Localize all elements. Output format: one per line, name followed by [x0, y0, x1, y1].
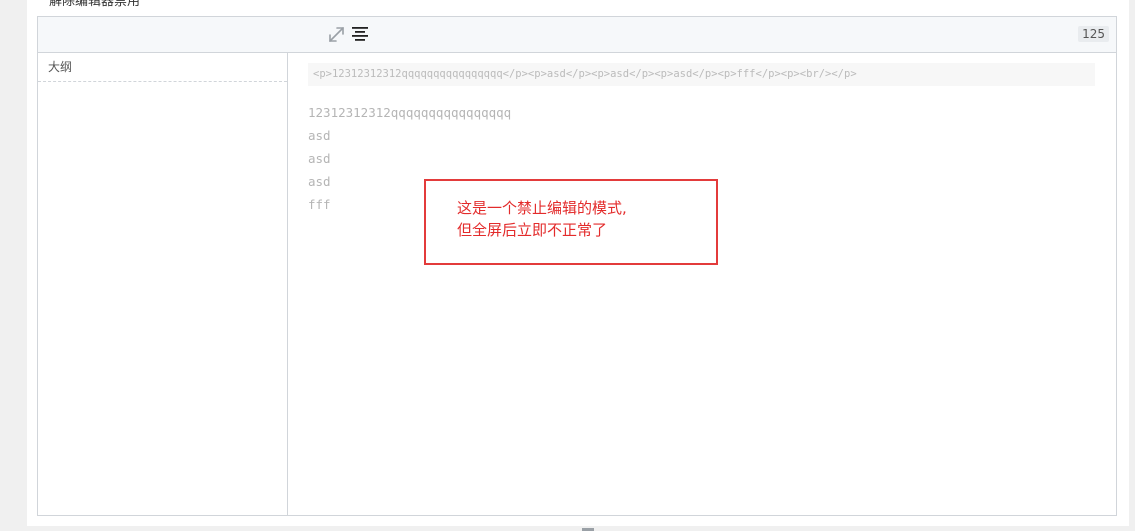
content-paragraph: asd: [308, 128, 331, 143]
content-paragraph: asd: [308, 151, 331, 166]
align-center-icon: [352, 27, 368, 41]
content-paragraph: 12312312312qqqqqqqqqqqqqqqq: [308, 105, 512, 120]
annotation-line-2: 但全屏后立即不正常了: [457, 221, 608, 239]
markdown-editor: 125 大纲 <p>12312312312qqqqqqqqqqqqqqqq</p…: [37, 16, 1117, 531]
outline-panel: 大纲: [38, 53, 288, 515]
outline-title: 大纲: [38, 53, 287, 82]
annotation-line-1: 这是一个禁止编辑的模式,: [457, 199, 627, 217]
content-paragraph: fff: [308, 197, 331, 212]
expand-arrows-icon: [329, 27, 344, 42]
word-counter: 125: [1078, 26, 1109, 42]
content-paragraph: asd: [308, 174, 331, 189]
page-title: 解除编辑器禁用: [49, 0, 141, 9]
editor-toolbar: 125: [38, 17, 1116, 53]
editor-content[interactable]: <p>12312312312qqqqqqqqqqqqqqqq</p><p>asd…: [288, 53, 1116, 515]
page: 解除编辑器禁用 125 大纲 <p>12312312312qqqqqqqqqqq…: [27, 0, 1129, 531]
annotation-box: 这是一个禁止编辑的模式, 但全屏后立即不正常了: [424, 179, 718, 265]
fullscreen-button[interactable]: [327, 25, 346, 44]
source-code-line: <p>12312312312qqqqqqqqqqqqqqqq</p><p>asd…: [308, 63, 1095, 86]
align-button[interactable]: [351, 25, 370, 44]
